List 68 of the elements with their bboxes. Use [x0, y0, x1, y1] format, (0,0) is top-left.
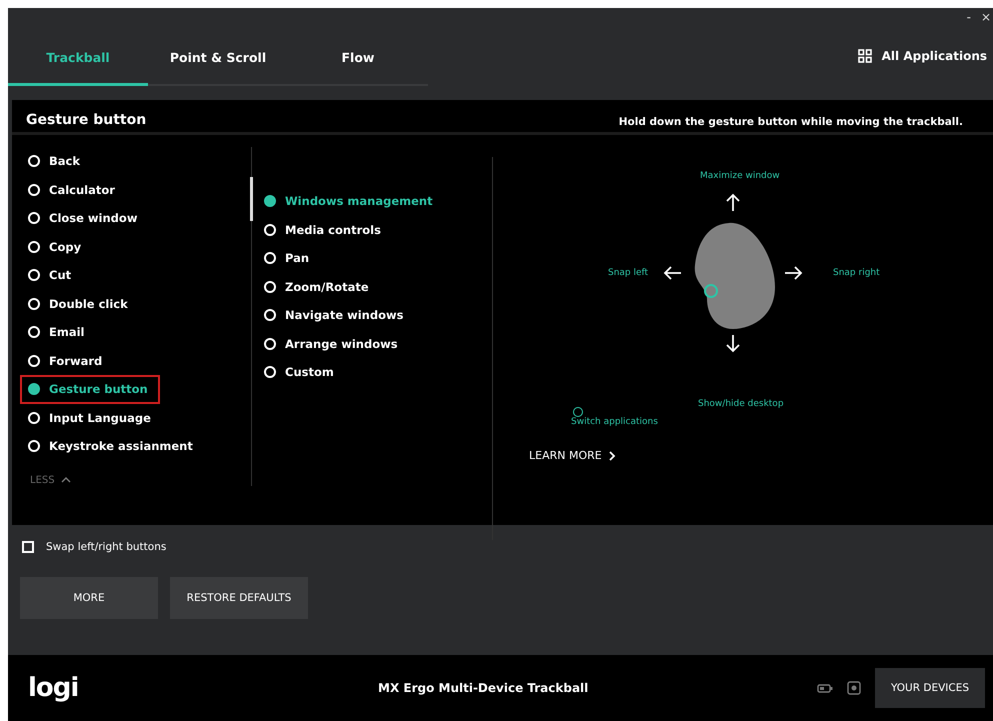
- radio-icon: [28, 240, 40, 253]
- gesture-set-option[interactable]: Media controls: [256, 216, 389, 244]
- arrow-left-icon: [664, 266, 682, 280]
- action-option[interactable]: Forward: [20, 346, 110, 375]
- radio-icon: [264, 195, 276, 208]
- gesture-set-option[interactable]: Zoom/Rotate: [256, 272, 377, 301]
- chevron-right-icon: [608, 450, 616, 460]
- arrow-right-icon: [784, 266, 802, 280]
- radio-icon: [264, 338, 276, 350]
- action-button[interactable]: RESTORE DEFAULTS: [170, 577, 308, 619]
- gesture-label: Snap right: [833, 268, 880, 278]
- gesture-label: Snap left: [608, 268, 648, 278]
- action-option[interactable]: Back: [20, 147, 88, 176]
- radio-icon: [28, 298, 40, 310]
- action-option[interactable]: Close window: [20, 204, 146, 232]
- gesture-set-option[interactable]: Pan: [256, 244, 318, 272]
- action-option[interactable]: Keystroke assianment: [20, 432, 201, 460]
- action-option[interactable]: Input Language: [20, 404, 159, 432]
- battery-icon: [816, 684, 833, 692]
- radio-icon: [28, 354, 40, 367]
- radio-icon: [28, 412, 40, 424]
- device-name: MX Ergo Multi-Device Trackball: [378, 681, 588, 695]
- instruction-text: Hold down the gesture button while moving the trackball.: [618, 116, 963, 128]
- action-option[interactable]: Copy: [20, 232, 90, 261]
- window-control[interactable]: -: [966, 8, 971, 26]
- action-button[interactable]: MORE: [20, 577, 158, 619]
- gesture-set-option[interactable]: Arrange windows: [256, 330, 406, 358]
- grid-icon: [858, 49, 872, 63]
- radio-icon: [28, 184, 40, 196]
- tab[interactable]: Point & Scroll: [148, 38, 288, 86]
- action-option[interactable]: Calculator: [20, 176, 123, 204]
- application-selector[interactable]: All Applications: [882, 49, 987, 63]
- gesture-label: Maximize window: [700, 171, 780, 181]
- radio-icon: [264, 366, 276, 378]
- checkbox-icon[interactable]: [22, 541, 34, 553]
- settings-icon[interactable]: [846, 681, 861, 695]
- your-devices-button[interactable]: YOUR DEVICES: [874, 668, 985, 708]
- less-toggle[interactable]: LESS: [30, 474, 71, 486]
- swap-buttons-checkbox[interactable]: Swap left/right buttons: [22, 541, 993, 553]
- window-control[interactable]: ×: [980, 8, 991, 26]
- radio-icon: [28, 440, 40, 452]
- radio-icon: [264, 252, 276, 264]
- panel-title: Gesture button: [26, 112, 146, 128]
- click-icon: [573, 407, 583, 417]
- action-option[interactable]: Double click: [20, 290, 136, 318]
- radio-icon: [28, 383, 40, 396]
- chevron-up-icon: [60, 477, 71, 483]
- learn-more-link[interactable]: LEARN MORE: [529, 449, 616, 462]
- action-option[interactable]: Cut: [20, 261, 80, 290]
- tab[interactable]: Trackball: [8, 38, 148, 86]
- gesture-set-option[interactable]: Windows management: [256, 187, 441, 216]
- gesture-set-option[interactable]: Navigate windows: [256, 301, 412, 330]
- arrow-up-icon: [726, 194, 740, 212]
- radio-icon: [264, 309, 276, 322]
- logo: logi: [28, 673, 78, 703]
- tab[interactable]: Flow: [288, 38, 428, 86]
- radio-icon: [28, 212, 40, 224]
- radio-icon: [264, 224, 276, 236]
- action-option[interactable]: Gesture button: [20, 375, 160, 404]
- radio-icon: [28, 155, 40, 168]
- gesture-label: Switch applications: [571, 417, 658, 427]
- gesture-label: Show/hide desktop: [698, 399, 784, 409]
- radio-icon: [264, 280, 276, 293]
- gesture-set-option[interactable]: Custom: [256, 358, 342, 386]
- radio-icon: [28, 326, 40, 338]
- arrow-down-icon: [726, 334, 740, 352]
- action-option[interactable]: Email: [20, 318, 92, 346]
- radio-icon: [28, 269, 40, 282]
